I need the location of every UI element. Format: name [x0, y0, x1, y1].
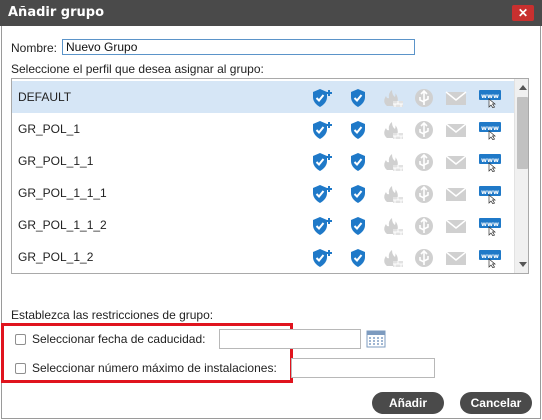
device-control-icon [412, 152, 436, 172]
profile-name: GR_POL_1_1_1 [18, 186, 107, 200]
max-installs-label: Seleccionar número máximo de instalacion… [32, 361, 277, 375]
add-button[interactable]: Añadir [372, 392, 444, 414]
device-control-icon [412, 216, 436, 236]
device-control-icon [412, 184, 436, 204]
close-button[interactable]: ✕ [512, 5, 534, 21]
device-control-icon [412, 248, 436, 268]
cancel-button[interactable]: Cancelar [460, 392, 532, 414]
profile-row[interactable]: GR_POL_1_1_1 www [12, 177, 514, 209]
profile-row[interactable]: DEFAULT www [12, 81, 514, 113]
expiry-checkbox[interactable] [15, 334, 26, 345]
mail-icon [444, 184, 468, 204]
svg-text:www: www [481, 188, 499, 196]
max-installs-checkbox[interactable] [15, 363, 26, 374]
svg-text:www: www [481, 92, 499, 100]
select-profile-label: Seleccione el perfil que desea asignar a… [11, 62, 264, 76]
shield-check-icon [346, 152, 370, 172]
shield-plus-icon [310, 184, 334, 204]
shield-plus-icon [310, 88, 334, 108]
firewall-icon [380, 152, 404, 172]
profile-name: GR_POL_1_1 [18, 154, 94, 168]
mail-icon [444, 248, 468, 268]
profile-row[interactable]: GR_POL_1_2_1www [12, 273, 514, 274]
web-icon: www [478, 216, 502, 237]
name-input[interactable] [62, 39, 415, 55]
shield-check-icon [346, 216, 370, 236]
shield-check-icon [346, 184, 370, 204]
profile-name: GR_POL_1 [18, 122, 81, 136]
profile-list[interactable]: DEFAULT www GR_POL_1 www GR_POL_1_1 www GR_POL… [11, 78, 529, 274]
web-icon: www [478, 88, 502, 109]
expiry-date-input[interactable] [219, 329, 361, 349]
expiry-label: Seleccionar fecha de caducidad: [32, 332, 206, 346]
web-icon: www [478, 120, 502, 141]
profile-row[interactable]: GR_POL_1 www [12, 113, 514, 145]
firewall-icon [380, 120, 404, 140]
svg-text:www: www [481, 220, 499, 228]
restrictions-label: Establezca las restricciones de grupo: [11, 308, 214, 322]
max-installs-input[interactable] [291, 358, 435, 378]
firewall-icon [380, 248, 404, 268]
mail-icon [444, 216, 468, 236]
profile-row[interactable]: GR_POL_1_2 www [12, 241, 514, 273]
scrollbar[interactable] [514, 79, 528, 273]
web-icon: www [478, 184, 502, 205]
mail-icon [444, 120, 468, 140]
shield-check-icon [346, 88, 370, 108]
scroll-thumb[interactable] [517, 97, 528, 169]
device-control-icon [412, 88, 436, 108]
shield-plus-icon [310, 248, 334, 268]
shield-check-icon [346, 248, 370, 268]
title-bar: Añadir grupo ✕ [0, 0, 542, 26]
shield-plus-icon [310, 120, 334, 140]
shield-plus-icon [310, 216, 334, 236]
mail-icon [444, 88, 468, 108]
mail-icon [444, 152, 468, 172]
scroll-up-arrow-icon[interactable] [519, 85, 527, 90]
name-label: Nombre: [11, 41, 58, 55]
dialog-title: Añadir grupo [8, 5, 104, 20]
scroll-down-arrow-icon[interactable] [519, 262, 527, 267]
firewall-icon [380, 184, 404, 204]
shield-check-icon [346, 120, 370, 140]
profile-row[interactable]: GR_POL_1_1_2 www [12, 209, 514, 241]
profile-name: DEFAULT [18, 90, 72, 104]
profile-row[interactable]: GR_POL_1_1 www [12, 145, 514, 177]
profile-name: GR_POL_1_2 [18, 250, 94, 264]
svg-text:www: www [481, 252, 499, 260]
firewall-icon [380, 216, 404, 236]
shield-plus-icon [310, 152, 334, 172]
profile-name: GR_POL_1_1_2 [18, 218, 107, 232]
svg-text:www: www [481, 124, 499, 132]
calendar-icon[interactable] [366, 329, 386, 349]
firewall-icon [380, 88, 404, 108]
web-icon: www [478, 248, 502, 269]
web-icon: www [478, 152, 502, 173]
svg-text:www: www [481, 156, 499, 164]
device-control-icon [412, 120, 436, 140]
